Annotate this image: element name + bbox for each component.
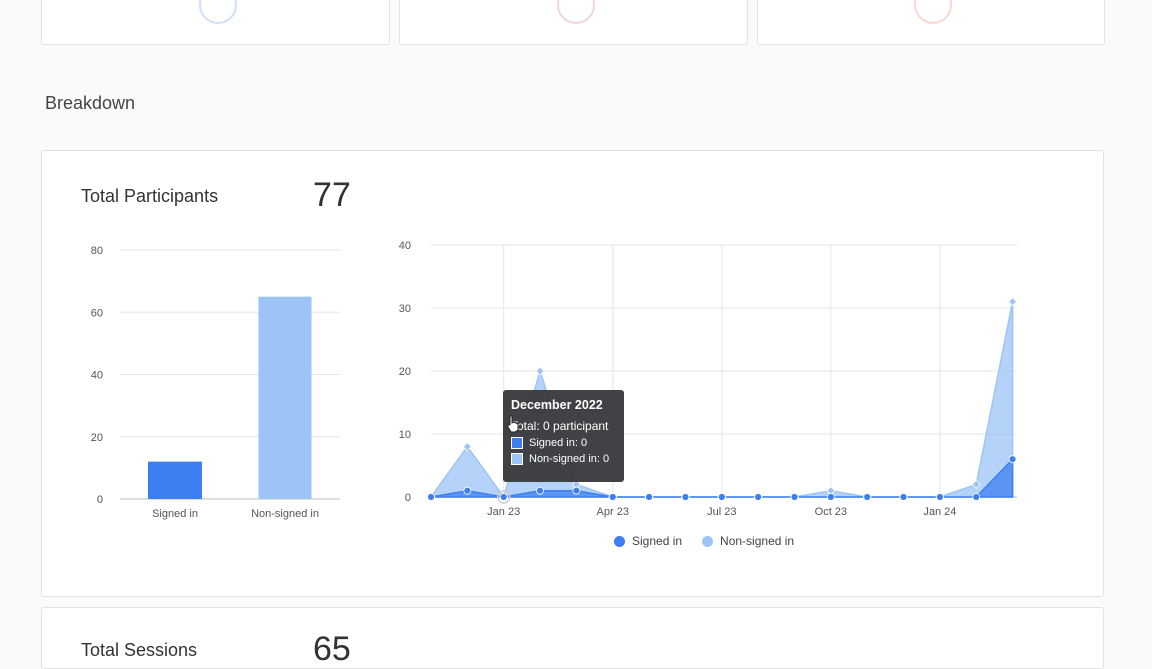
- bar-non-signed-in: [258, 296, 312, 499]
- y-tick-label: 0: [405, 492, 411, 504]
- x-tick-label: Jul 23: [707, 506, 736, 518]
- data-point-non-signed-in: [535, 366, 545, 376]
- non-signed-in-dot-icon: [702, 535, 714, 547]
- signed-in-swatch-icon: [511, 437, 523, 449]
- chart-tooltip: December 2022 Total: 0 participant Signe…: [503, 390, 624, 482]
- legend-label-non-signed-in: Non-signed in: [720, 534, 795, 548]
- data-point-signed-in: [608, 493, 617, 501]
- y-tick-label: 80: [91, 245, 103, 257]
- y-tick-label: 60: [91, 307, 103, 319]
- data-point-signed-in: [681, 493, 690, 501]
- tooltip-signed-label: Signed in: 0: [529, 437, 588, 449]
- data-point-signed-in: [717, 493, 726, 501]
- data-point-signed-in: [536, 486, 544, 495]
- data-point-signed-in: [863, 493, 872, 501]
- sessions-label: Total Sessions: [81, 640, 198, 660]
- sessions-value: 65: [313, 630, 351, 668]
- participants-bar-chart: 80 60 40 20 0 Signed in Non-signed in: [91, 245, 340, 520]
- participants-value: 77: [313, 176, 351, 214]
- y-tick-label: 40: [91, 370, 103, 382]
- data-point-signed-in: [936, 493, 944, 501]
- x-tick-label: Apr 23: [597, 506, 629, 518]
- x-tick-label: Signed in: [152, 508, 198, 520]
- data-point-signed-in: [899, 493, 908, 501]
- data-point-signed-in: [463, 486, 472, 495]
- tooltip-non-signed-label: Non-signed in: 0: [529, 453, 610, 465]
- card-icon: [198, 0, 237, 24]
- card-icon: [556, 0, 595, 24]
- summary-card-1: [41, 0, 390, 45]
- x-tick-label: Jan 24: [923, 506, 956, 518]
- summary-card-2: [399, 0, 748, 45]
- data-point-signed-in: [499, 493, 508, 501]
- y-tick-label: 40: [399, 240, 411, 252]
- tooltip-row-non-signed: Non-signed in: 0: [511, 453, 616, 465]
- card-icon: [914, 0, 952, 24]
- mouse-pointer-icon: [507, 415, 519, 433]
- section-title: Breakdown: [45, 93, 136, 113]
- tooltip-title: December 2022: [511, 398, 603, 412]
- participants-label: Total Participants: [81, 186, 219, 206]
- x-tick-label: Non-signed in: [251, 508, 319, 520]
- summary-card-3: [757, 0, 1105, 45]
- data-point-signed-in: [790, 493, 799, 501]
- x-tick-label: Jan 23: [487, 506, 520, 518]
- data-point-signed-in: [826, 493, 835, 501]
- chart-legend: Signed in Non-signed in: [614, 534, 814, 548]
- y-tick-label: 30: [399, 303, 411, 315]
- bar-signed-in: [148, 461, 202, 499]
- legend-item-non-signed-in[interactable]: Non-signed in: [702, 534, 794, 548]
- x-tick-label: Oct 23: [815, 506, 847, 518]
- data-point-signed-in: [427, 493, 435, 501]
- tooltip-total: Total: 0 participant: [511, 419, 609, 433]
- sessions-panel: Total Sessions 65: [41, 607, 1104, 669]
- tooltip-row-signed: Signed in: 0: [511, 437, 616, 449]
- data-point-signed-in: [645, 493, 654, 501]
- data-point-non-signed-in: [1008, 297, 1018, 307]
- y-tick-label: 0: [97, 494, 103, 506]
- legend-label-signed-in: Signed in: [632, 534, 683, 548]
- signed-in-dot-icon: [614, 535, 625, 547]
- y-tick-label: 20: [399, 366, 411, 378]
- data-point-signed-in: [972, 493, 981, 501]
- data-point-signed-in: [754, 493, 763, 501]
- data-point-signed-in: [1008, 455, 1017, 464]
- y-tick-label: 20: [91, 432, 103, 444]
- non-signed-in-swatch-icon: [511, 453, 523, 465]
- participants-timeline-chart: 40 30 20 10 0 Jan 23 Apr 23 Jul 23 Oct 23 Jan 24: [399, 240, 1018, 518]
- data-point-signed-in: [572, 486, 581, 495]
- legend-item-signed-in[interactable]: Signed in: [614, 534, 682, 548]
- y-tick-label: 10: [399, 429, 411, 441]
